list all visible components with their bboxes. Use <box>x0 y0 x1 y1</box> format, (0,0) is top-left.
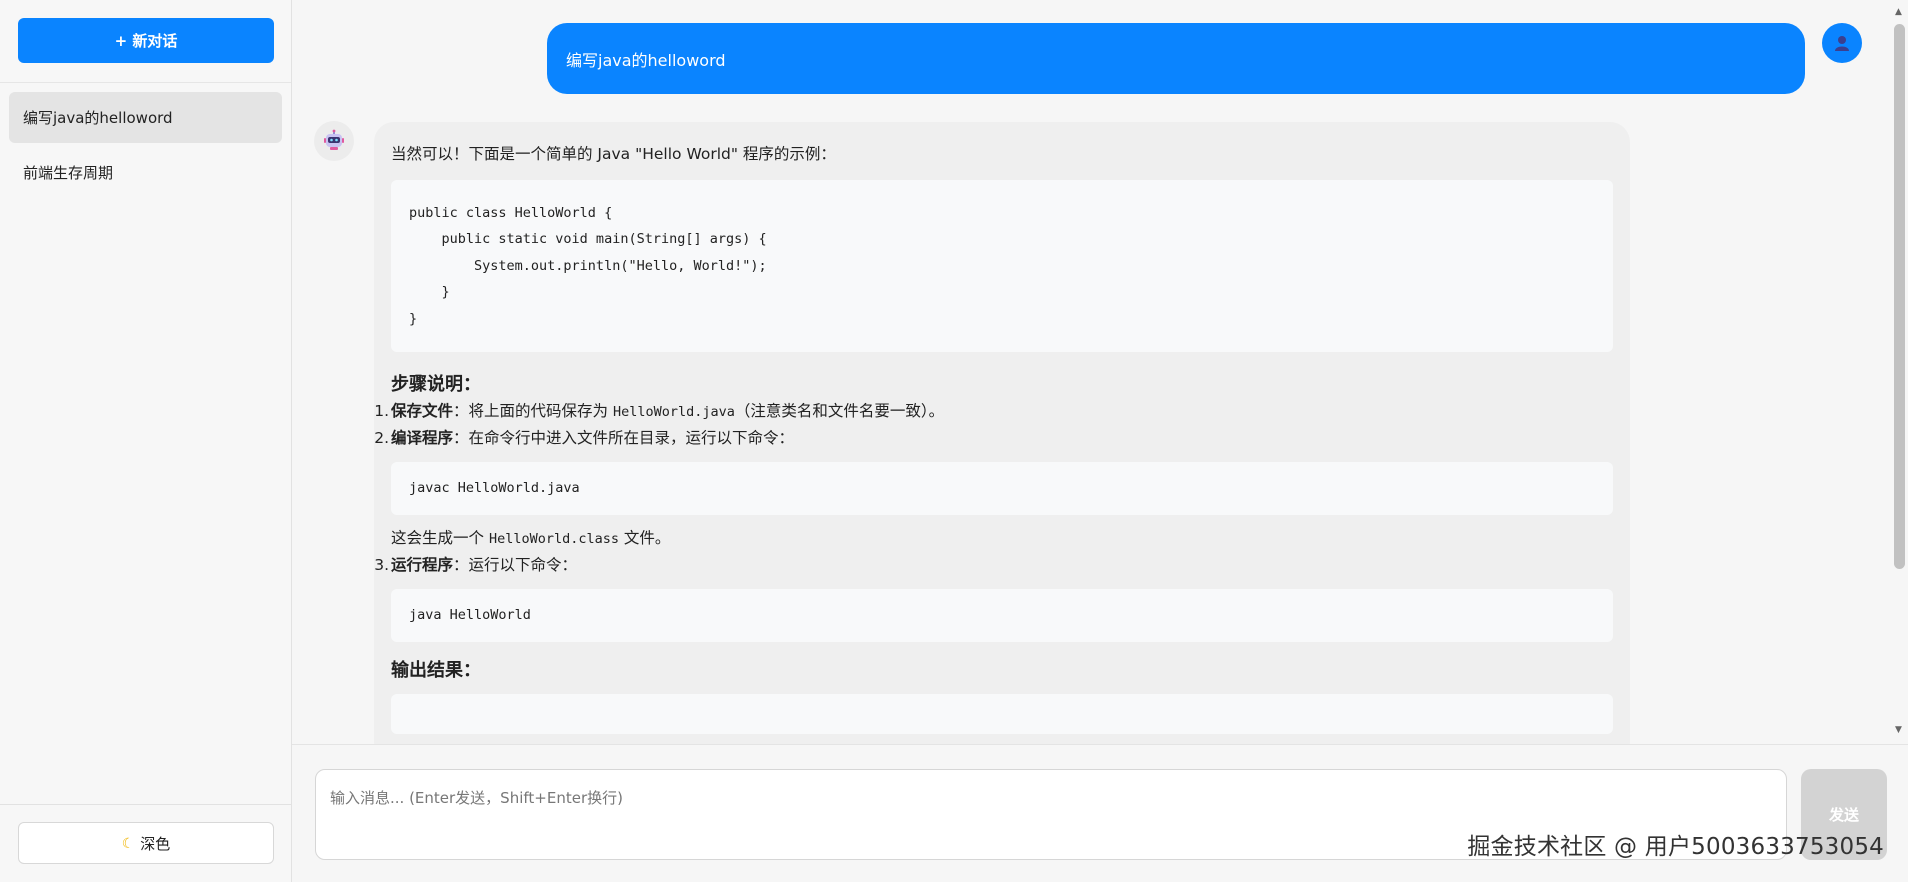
scrollbar[interactable]: ▲ ▼ <box>1889 0 1908 744</box>
assistant-intro-text: 当然可以！下面是一个简单的 Java "Hello World" 程序的示例： <box>391 145 836 163</box>
conversation-item[interactable]: 前端生存周期 <box>9 147 282 198</box>
user-message-bubble: 编写java的helloword <box>547 23 1805 94</box>
user-message-text: 编写java的helloword <box>566 50 726 70</box>
input-area: 发送 掘金技术社区 @ 用户5003633753054 <box>292 744 1908 882</box>
steps-heading: 步骤说明： <box>391 374 481 396</box>
code-line: javac HelloWorld.java <box>409 480 580 497</box>
message-list[interactable]: 编写java的helloword 当然可以！下面是一个简单的 Java "Hel… <box>292 0 1908 744</box>
step-text: ：将上面的代码保存为 <box>453 402 613 421</box>
new-chat-button[interactable]: + 新对话 <box>18 18 274 63</box>
assistant-avatar <box>314 121 354 161</box>
code-line: } <box>409 284 450 301</box>
assistant-message-bubble: 当然可以！下面是一个简单的 Java "Hello World" 程序的示例： … <box>374 122 1630 744</box>
step-item-1: 1. 保存文件：将上面的代码保存为 HelloWorld.java（注意类名和文… <box>374 398 1613 425</box>
code-line: System.out.println("Hello, World!"); <box>409 257 767 274</box>
conversation-title: 前端生存周期 <box>23 164 114 182</box>
inline-code: HelloWorld.java <box>612 404 735 421</box>
note-text: 这会生成一个 <box>391 529 489 548</box>
scroll-up-arrow-icon[interactable]: ▲ <box>1889 4 1908 20</box>
step-title: 编译程序 <box>391 429 454 448</box>
step-title: 运行程序 <box>391 556 454 575</box>
scroll-down-arrow-icon[interactable]: ▼ <box>1889 722 1908 738</box>
code-line: public static void main(String[] args) { <box>409 231 767 248</box>
code-line: java HelloWorld <box>409 607 531 624</box>
chat-main: 编写java的helloword 当然可以！下面是一个简单的 Java "Hel… <box>292 0 1908 882</box>
app: + 新对话 编写java的helloword 前端生存周期 ☾ 深色 编写jav… <box>0 0 1908 882</box>
code-block-compile: javac HelloWorld.java <box>391 462 1613 516</box>
sidebar-footer: ☾ 深色 <box>0 804 291 882</box>
step-text: ：运行以下命令： <box>453 556 578 575</box>
code-line: } <box>409 310 418 327</box>
step-text: ：在命令行中进入文件所在目录，运行以下命令： <box>453 429 795 448</box>
code-line: public class HelloWorld { <box>409 204 613 221</box>
output-heading: 输出结果： <box>391 660 481 682</box>
step-text: （注意类名和文件名要一致）。 <box>734 402 945 421</box>
conversation-list: 编写java的helloword 前端生存周期 <box>0 83 291 804</box>
code-block-output <box>391 694 1613 735</box>
inline-code: HelloWorld.class <box>488 531 619 548</box>
step-item-2: 2. 编译程序：在命令行中进入文件所在目录，运行以下命令： <box>374 425 1613 452</box>
code-block-run: java HelloWorld <box>391 589 1613 643</box>
step-number: 1. <box>374 402 389 421</box>
user-avatar <box>1822 23 1862 63</box>
watermark: 掘金技术社区 @ 用户5003633753054 <box>1467 834 1884 860</box>
compile-note: 这会生成一个 HelloWorld.class 文件。 <box>391 525 1613 552</box>
step-number: 3. <box>374 556 389 575</box>
step-item-3: 3. 运行程序：运行以下命令： <box>374 552 1613 579</box>
user-icon <box>1835 36 1849 51</box>
sidebar: + 新对话 编写java的helloword 前端生存周期 ☾ 深色 <box>0 0 292 882</box>
theme-toggle-label: 深色 <box>140 835 171 853</box>
robot-icon <box>324 129 344 150</box>
code-block-main: public class HelloWorld { public static … <box>391 179 1613 353</box>
new-chat-section: + 新对话 <box>0 0 291 83</box>
step-number: 2. <box>374 429 389 448</box>
user-message-row: 编写java的helloword <box>292 0 1908 100</box>
note-text: 文件。 <box>618 529 671 548</box>
scrollbar-thumb[interactable] <box>1894 24 1905 569</box>
step-title: 保存文件 <box>391 402 454 421</box>
conversation-item-active[interactable]: 编写java的helloword <box>9 92 282 143</box>
conversation-title: 编写java的helloword <box>23 109 173 127</box>
moon-icon: ☾ <box>121 834 135 851</box>
theme-toggle-button[interactable]: ☾ 深色 <box>18 822 274 864</box>
